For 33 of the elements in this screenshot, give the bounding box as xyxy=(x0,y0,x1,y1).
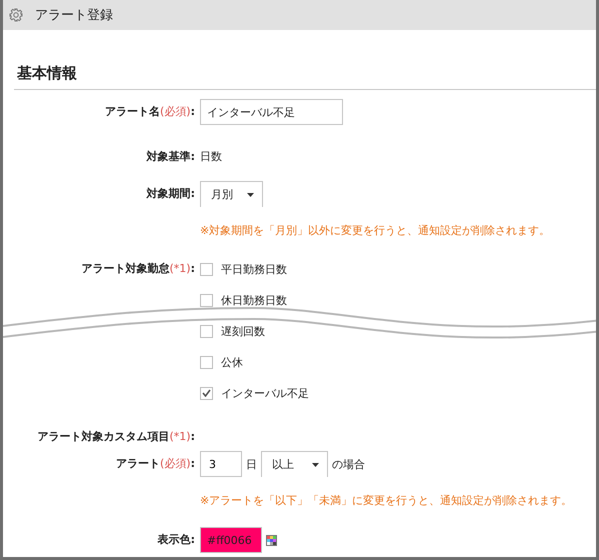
field-value: 日数 xyxy=(200,149,222,165)
warning-note: ※アラートを「以下」「未満」に変更を行うと、通知設定が削除されます。 xyxy=(200,493,572,509)
operator-dropdown[interactable]: 以上 xyxy=(261,451,328,477)
field-label: 表示色: xyxy=(156,532,195,548)
checkbox[interactable] xyxy=(200,324,213,338)
checkbox-label: 平日勤務日数 xyxy=(221,262,287,276)
warning-note: ※対象期間を「月別」以外に変更を行うと、通知設定が削除されます。 xyxy=(200,223,550,239)
checkbox-label: 公休 xyxy=(221,354,243,370)
caret-icon xyxy=(312,462,319,466)
period-dropdown[interactable]: 月別 xyxy=(200,181,263,207)
unit-label: 日 xyxy=(246,456,257,472)
checkbox-label: インターバル不足 xyxy=(221,386,309,400)
field-label: アラート対象勤怠(*1): xyxy=(80,261,195,277)
checkbox-label: 休日勤務日数 xyxy=(221,292,287,308)
window-title: アラート登録 xyxy=(35,7,113,24)
days-field[interactable]: 3 xyxy=(200,451,242,477)
color-field[interactable]: #ff0066 xyxy=(200,527,262,553)
field-label: アラート対象カスタム項目(*1): xyxy=(36,429,195,445)
checkbox[interactable] xyxy=(200,262,213,276)
field-label: アラート名(必須): xyxy=(104,104,195,120)
checkbox-label: 遅刻回数 xyxy=(221,324,265,338)
checkbox[interactable] xyxy=(200,294,213,306)
caret-icon xyxy=(247,192,254,196)
settings-icon[interactable] xyxy=(9,8,23,22)
palette-icon[interactable] xyxy=(266,534,277,546)
field-label: 対象期間: xyxy=(145,186,195,202)
field-label: 対象基準: xyxy=(145,149,195,165)
alert-name-field[interactable]: インターバル不足 xyxy=(200,99,343,125)
checkbox[interactable] xyxy=(200,386,213,400)
field-label: アラート(必須): xyxy=(115,456,195,472)
checkbox[interactable] xyxy=(200,356,213,368)
section-title: 基本情報 xyxy=(14,64,596,90)
condition-suffix: の場合 xyxy=(332,456,365,472)
